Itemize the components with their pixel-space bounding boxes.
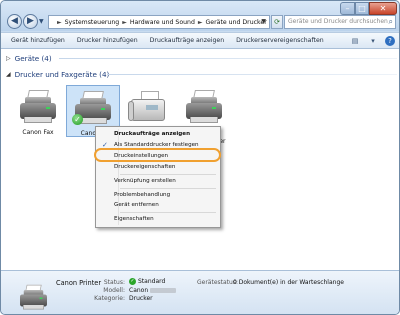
- group-header-devices[interactable]: ▷ Geräte (4): [6, 54, 52, 63]
- device-status-label: Gerätestatus:: [197, 279, 238, 286]
- menu-item-show-print-jobs[interactable]: Druckaufträge anzeigen: [98, 129, 218, 139]
- address-bar[interactable]: ► Systemsteuerung ► Hardware und Sound ►…: [48, 15, 270, 29]
- chevron-down-icon: ▼: [39, 18, 44, 25]
- refresh-icon: ⟳: [274, 18, 280, 26]
- category-value: Drucker: [129, 295, 153, 302]
- menu-item-label: Problembehandlung: [114, 192, 171, 198]
- menu-item-properties[interactable]: Eigenschaften: [98, 214, 218, 224]
- breadcrumb-hardware-und-sound[interactable]: Hardware und Sound: [130, 19, 195, 26]
- default-printer-check-icon: ✓: [72, 114, 83, 125]
- collapse-arrow-icon[interactable]: ◢: [6, 71, 11, 78]
- menu-item-label: Verknüpfung erstellen: [114, 178, 176, 184]
- title-bar: – □ ✕ ◀ ▶ ▼ ► Systemsteuerung ► Hardware…: [1, 1, 399, 31]
- arrow-right-icon: ▶: [27, 16, 34, 26]
- maximize-button[interactable]: □: [355, 2, 369, 15]
- menu-separator: [120, 174, 216, 175]
- device-status-value: 0 Dokument(e) in der Warteschlange: [233, 279, 344, 286]
- chevron-down-icon[interactable]: ▾: [367, 36, 379, 46]
- context-menu: Druckaufträge anzeigen ✓ Als Standarddruc…: [95, 126, 221, 228]
- address-dropdown-icon[interactable]: ▼: [261, 18, 266, 25]
- breadcrumb-separator-icon[interactable]: ►: [122, 19, 127, 26]
- add-device-button[interactable]: Gerät hinzufügen: [5, 37, 71, 44]
- window-controls: – □ ✕: [340, 2, 397, 16]
- view-controls: ▤ ▾ ?: [349, 36, 395, 46]
- menu-item-label: Eigenschaften: [114, 216, 154, 222]
- group-label: Geräte (4): [14, 54, 52, 63]
- redacted-text: [150, 288, 177, 293]
- group-divider: [107, 74, 397, 75]
- breadcrumb-geraete-und-drucker[interactable]: Geräte und Drucker: [206, 19, 267, 26]
- help-icon[interactable]: ?: [385, 36, 395, 46]
- printer-icon: [182, 89, 226, 127]
- print-server-properties-button[interactable]: Druckerservereigenschaften: [230, 37, 330, 44]
- group-header-printers[interactable]: ◢ Drucker und Faxgeräte (4): [6, 70, 109, 79]
- highlight-ring: [94, 148, 221, 162]
- back-button[interactable]: ◀: [7, 14, 22, 29]
- device-tile[interactable]: Canon Fax: [11, 89, 65, 136]
- printer-icon: ✓: [71, 90, 115, 128]
- expand-arrow-icon[interactable]: ▷: [6, 55, 11, 62]
- menu-item-printer-properties[interactable]: Druckereigenschaften: [98, 162, 218, 172]
- group-label: Drucker und Faxgeräte (4): [14, 70, 110, 79]
- status-label: Status:: [103, 279, 125, 286]
- breadcrumb-separator-icon[interactable]: ►: [57, 19, 62, 26]
- refresh-button[interactable]: ⟳: [271, 15, 283, 29]
- search-input[interactable]: Geräte und Drucker durchsuchen ⌕: [284, 15, 396, 29]
- menu-separator: [120, 188, 216, 189]
- menu-item-remove-device[interactable]: Gerät entfernen: [98, 200, 218, 210]
- breadcrumb-separator-icon[interactable]: ►: [198, 19, 203, 26]
- device-tile[interactable]: [121, 89, 175, 129]
- minimize-button[interactable]: –: [340, 2, 355, 15]
- change-view-icon[interactable]: ▤: [349, 36, 361, 46]
- menu-item-troubleshoot[interactable]: Problembehandlung: [98, 190, 218, 200]
- details-pane: Canon Printer Status: ✓ Standard Modell: …: [1, 270, 399, 314]
- fax-machine-icon: [126, 89, 170, 127]
- model-label: Modell:: [103, 287, 125, 294]
- close-button[interactable]: ✕: [369, 2, 397, 15]
- menu-item-label: Gerät entfernen: [114, 202, 159, 208]
- printer-icon: [17, 284, 51, 314]
- forward-button[interactable]: ▶: [23, 14, 38, 29]
- menu-item-label: Druckereigenschaften: [114, 164, 176, 170]
- group-divider: [59, 58, 397, 59]
- explorer-window: – □ ✕ ◀ ▶ ▼ ► Systemsteuerung ► Hardware…: [0, 0, 400, 315]
- show-print-jobs-button[interactable]: Druckaufträge anzeigen: [144, 37, 231, 44]
- recent-pages-button[interactable]: ▼: [39, 18, 46, 26]
- printer-icon: [16, 89, 60, 127]
- model-value: Canon: [129, 287, 177, 294]
- breadcrumb-systemsteuerung[interactable]: Systemsteuerung: [65, 19, 120, 26]
- search-icon[interactable]: ⌕: [389, 16, 393, 28]
- device-label: Canon Fax: [22, 129, 54, 136]
- device-tile[interactable]: [177, 89, 231, 129]
- arrow-left-icon: ◀: [11, 16, 18, 26]
- menu-item-create-shortcut[interactable]: Verknüpfung erstellen: [98, 176, 218, 186]
- category-label: Kategorie:: [94, 295, 125, 302]
- menu-separator: [120, 212, 216, 213]
- add-printer-button[interactable]: Drucker hinzufügen: [71, 37, 144, 44]
- menu-item-label: Druckaufträge anzeigen: [114, 131, 191, 137]
- command-bar: Gerät hinzufügen Drucker hinzufügen Druc…: [1, 32, 399, 49]
- check-icon: ✓: [129, 278, 136, 285]
- status-value: ✓ Standard: [129, 278, 166, 285]
- search-placeholder: Geräte und Drucker durchsuchen: [288, 18, 388, 25]
